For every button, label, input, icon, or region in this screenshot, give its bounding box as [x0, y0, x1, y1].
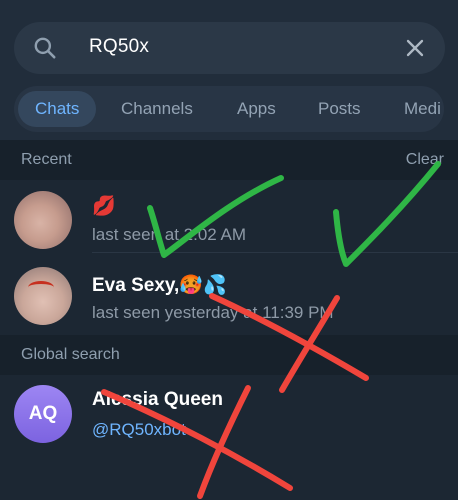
recent-title: Recent — [21, 151, 72, 168]
list-item[interactable]: AQ Alessia Queen @RQ50xbot — [0, 375, 458, 453]
tab-media[interactable]: Medi — [404, 91, 441, 127]
tab-apps[interactable]: Apps — [237, 91, 276, 127]
avatar — [14, 267, 72, 325]
tab-chats[interactable]: Chats — [18, 91, 97, 127]
search-input[interactable]: RQ50x — [89, 36, 149, 58]
search-icon — [34, 37, 56, 59]
tab-channels[interactable]: Channels — [121, 91, 193, 127]
bot-name: Alessia Queen — [92, 389, 223, 410]
list-item[interactable]: Eva Sexy,🥵💦 last seen yesterday at 11:39… — [0, 257, 458, 335]
search-filter-tabs: Chats Channels Apps Posts Medi — [14, 86, 444, 132]
tab-posts[interactable]: Posts — [318, 91, 361, 127]
recent-section-header: Recent Clear — [0, 140, 458, 180]
list-item[interactable]: 💋 last seen at 2:02 AM — [0, 180, 458, 258]
avatar: AQ — [14, 385, 72, 443]
clear-recent-button[interactable]: Clear — [406, 151, 444, 169]
chat-status: last seen at 2:02 AM — [92, 225, 247, 244]
chat-name: Eva Sexy,🥵💦 — [92, 275, 227, 296]
search-bar[interactable]: RQ50x — [14, 22, 445, 74]
bot-username[interactable]: @RQ50xbot — [92, 420, 186, 440]
close-icon[interactable] — [403, 36, 427, 60]
row-divider — [92, 252, 458, 253]
avatar — [14, 191, 72, 249]
chat-name: 💋 — [92, 196, 116, 217]
global-search-title: Global search — [21, 346, 120, 363]
top-bar: RQ50x Chats Channels Apps Posts Medi — [0, 0, 458, 140]
chat-status: last seen yesterday at 11:39 PM — [92, 303, 334, 322]
global-search-header: Global search — [0, 335, 458, 375]
